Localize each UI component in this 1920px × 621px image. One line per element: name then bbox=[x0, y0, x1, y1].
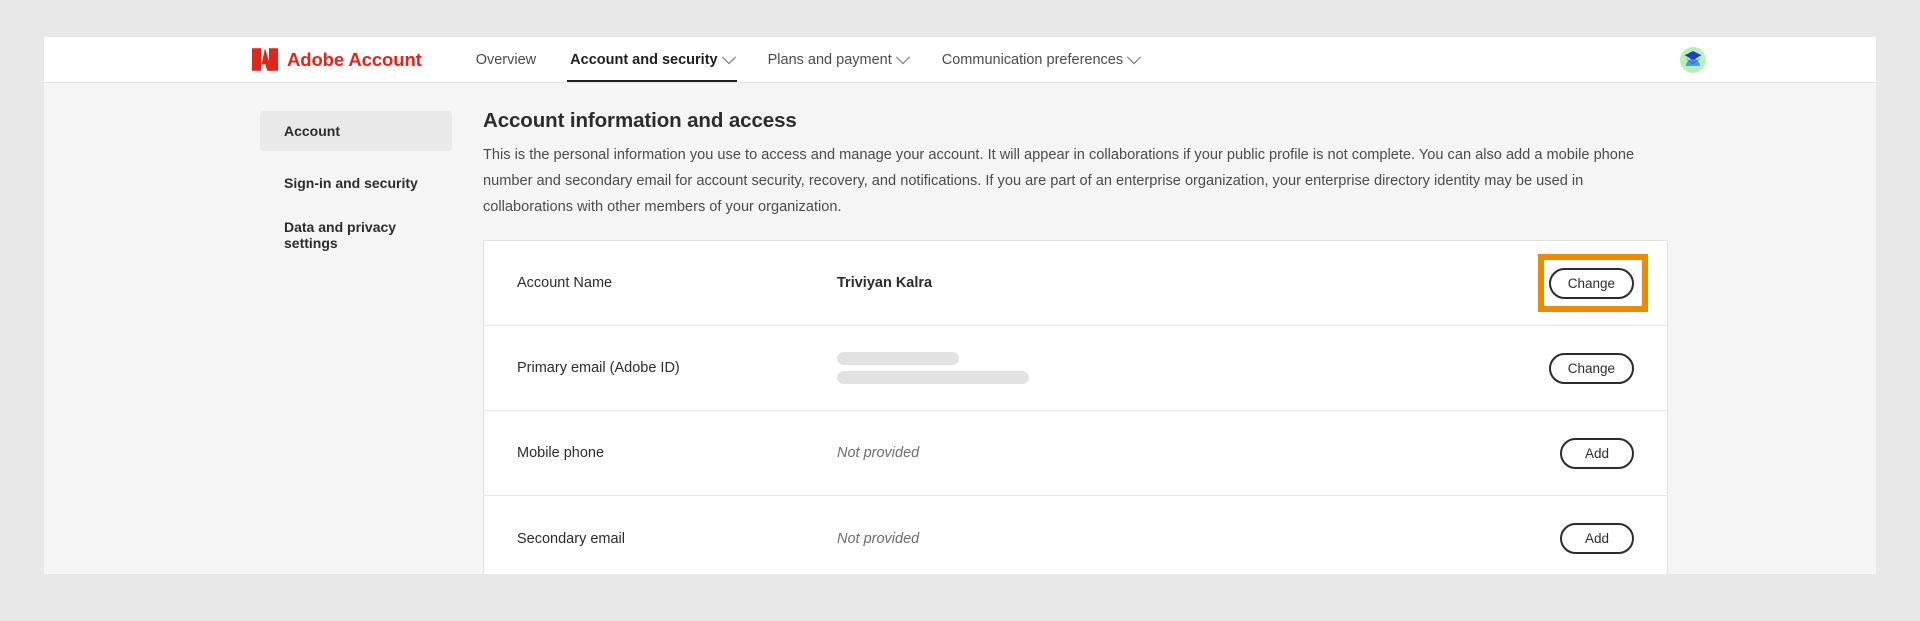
nav-item-plans-and-payment[interactable]: Plans and payment bbox=[751, 37, 925, 82]
sidebar-item-label: Data and privacy settings bbox=[284, 219, 397, 251]
row-action-cell: Add bbox=[1484, 437, 1634, 469]
user-avatar-icon bbox=[1680, 46, 1706, 73]
adobe-logo-icon bbox=[252, 48, 278, 71]
main-panel: Account information and access This is t… bbox=[452, 83, 1876, 574]
row-value-redacted bbox=[837, 352, 1484, 384]
top-navigation-bar: Adobe Account Overview Account and secur… bbox=[44, 37, 1876, 83]
redaction-bar bbox=[837, 371, 1029, 384]
page-title: Account information and access bbox=[483, 109, 797, 132]
sidebar-item-sign-in-and-security[interactable]: Sign-in and security bbox=[260, 163, 452, 203]
change-primary-email-button[interactable]: Change bbox=[1548, 352, 1634, 384]
row-value: Not provided bbox=[837, 445, 920, 461]
nav-item-overview[interactable]: Overview bbox=[459, 37, 553, 82]
avatar[interactable] bbox=[1680, 46, 1706, 73]
table-row: Secondary email Not provided Add bbox=[484, 496, 1667, 574]
sidebar-item-label: Account bbox=[284, 123, 340, 139]
nav-item-label: Account and security bbox=[570, 51, 718, 68]
table-row: Mobile phone Not provided Add bbox=[484, 411, 1667, 496]
sidebar-item-data-and-privacy-settings[interactable]: Data and privacy settings bbox=[260, 215, 452, 255]
row-value: Not provided bbox=[837, 530, 920, 547]
chevron-down-icon bbox=[895, 49, 910, 64]
secondary-sidebar: Account Sign-in and security Data and pr… bbox=[260, 83, 452, 574]
nav-item-label: Communication preferences bbox=[941, 51, 1124, 68]
sidebar-item-account[interactable]: Account bbox=[260, 111, 452, 151]
redaction-bar bbox=[837, 352, 959, 365]
nav-item-communication-preferences[interactable]: Communication preferences bbox=[925, 37, 1156, 82]
redacted-email-value bbox=[837, 352, 1484, 384]
brand-name-text: Adobe Account bbox=[287, 48, 422, 70]
add-mobile-phone-button[interactable]: Add bbox=[1560, 437, 1634, 469]
row-label: Mobile phone bbox=[517, 445, 605, 461]
browser-page-frame: Adobe Account Overview Account and secur… bbox=[44, 37, 1876, 574]
table-row: Primary email (Adobe ID) Change bbox=[484, 326, 1667, 411]
change-account-name-button[interactable]: Change bbox=[1548, 267, 1634, 299]
primary-nav: Overview Account and security Plans and … bbox=[459, 37, 1156, 82]
row-value: Triviyan Kalra bbox=[837, 275, 933, 291]
chevron-down-icon bbox=[1127, 49, 1142, 64]
sidebar-item-label: Sign-in and security bbox=[284, 175, 418, 191]
nav-item-account-and-security[interactable]: Account and security bbox=[553, 37, 750, 82]
add-secondary-email-button[interactable]: Add bbox=[1560, 523, 1634, 554]
brand-logo-link[interactable]: Adobe Account bbox=[252, 48, 422, 71]
row-label: Secondary email bbox=[517, 530, 625, 547]
row-label: Account Name bbox=[517, 275, 613, 291]
page-content: Account Sign-in and security Data and pr… bbox=[44, 83, 1876, 574]
row-action-cell: Add bbox=[1484, 523, 1634, 554]
row-action-cell: Change bbox=[1484, 352, 1634, 384]
nav-item-label: Overview bbox=[475, 51, 537, 68]
row-label: Primary email (Adobe ID) bbox=[517, 360, 680, 376]
table-row: Account Name Triviyan Kalra Change bbox=[484, 241, 1667, 326]
account-information-table: Account Name Triviyan Kalra Change Prima… bbox=[483, 240, 1668, 574]
page-description: This is the personal information you use… bbox=[483, 147, 1635, 215]
row-action-cell: Change bbox=[1484, 267, 1634, 299]
nav-item-label: Plans and payment bbox=[767, 51, 892, 68]
chevron-down-icon bbox=[721, 49, 736, 64]
